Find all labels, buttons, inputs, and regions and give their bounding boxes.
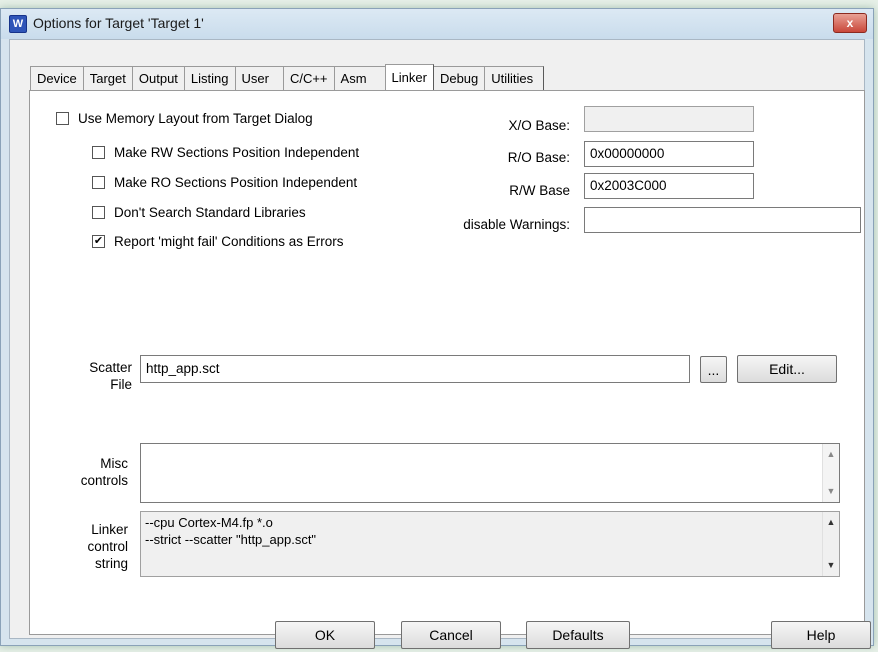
linker-control-line: --cpu Cortex-M4.fp *.o (145, 515, 273, 530)
linker-control-string-label: Linker control string (87, 522, 128, 571)
scroll-up-arrow-icon[interactable]: ▲ (823, 446, 839, 463)
tab-output[interactable]: Output (131, 66, 185, 90)
xo-base-label: X/O Base: (508, 118, 570, 133)
ok-button[interactable]: OK (275, 621, 375, 649)
rw-base-field[interactable]: 0x2003C000 (584, 173, 754, 199)
misc-scrollbar[interactable]: ▲ ▼ (822, 444, 839, 502)
options-dialog: W Options for Target 'Target 1' x Device… (0, 8, 874, 649)
checkbox-label: Use Memory Layout from Target Dialog (78, 111, 313, 126)
tab-utilities[interactable]: Utilities (484, 66, 545, 90)
scatter-browse-button[interactable]: ... (700, 356, 727, 383)
dialog-client-area: Device Target Output Listing User C/C++ … (9, 39, 865, 639)
close-button[interactable]: x (833, 13, 867, 33)
checkbox-box[interactable] (56, 112, 69, 125)
help-button[interactable]: Help (771, 621, 871, 649)
checkbox-box[interactable] (92, 146, 105, 159)
checkbox-box[interactable] (92, 206, 105, 219)
scroll-down-arrow-icon[interactable]: ▼ (823, 557, 839, 574)
checkbox-label: Make RO Sections Position Independent (114, 175, 358, 190)
linker-control-string-textarea[interactable]: --cpu Cortex-M4.fp *.o --strict --scatte… (140, 511, 840, 577)
report-might-fail-checkbox[interactable]: ✔ Report 'might fail' Conditions as Erro… (92, 234, 344, 249)
defaults-button[interactable]: Defaults (526, 621, 630, 649)
tab-user[interactable]: User (234, 66, 284, 90)
dont-search-std-libs-checkbox[interactable]: Don't Search Standard Libraries (92, 205, 306, 220)
scatter-file-field[interactable]: http_app.sct (140, 355, 690, 383)
tab-debug[interactable]: Debug (432, 66, 486, 90)
misc-controls-textarea[interactable]: ▲ ▼ (140, 443, 840, 503)
checkbox-box[interactable]: ✔ (92, 235, 105, 248)
misc-controls-label: Misc controls (80, 456, 128, 488)
rw-position-independent-checkbox[interactable]: Make RW Sections Position Independent (92, 145, 359, 160)
xo-base-field (584, 106, 754, 132)
use-memory-layout-checkbox[interactable]: Use Memory Layout from Target Dialog (56, 111, 313, 126)
scroll-down-arrow-icon[interactable]: ▼ (823, 483, 839, 500)
scatter-file-label: Scatter File (89, 360, 132, 392)
checkbox-label: Make RW Sections Position Independent (114, 145, 360, 160)
linker-panel: Use Memory Layout from Target Dialog Mak… (29, 90, 865, 635)
tab-linker[interactable]: Linker (384, 64, 434, 90)
scroll-up-arrow-icon[interactable]: ▲ (823, 514, 839, 531)
tab-listing[interactable]: Listing (183, 66, 236, 90)
cancel-button[interactable]: Cancel (401, 621, 501, 649)
checkmark-icon: ✔ (93, 235, 104, 247)
ro-position-independent-checkbox[interactable]: Make RO Sections Position Independent (92, 175, 357, 190)
checkbox-label: Report 'might fail' Conditions as Errors (114, 234, 344, 249)
linker-control-line: --strict --scatter "http_app.sct" (145, 532, 317, 547)
app-icon: W (9, 15, 27, 33)
disable-warnings-label: disable Warnings: (463, 217, 570, 232)
checkbox-label: Don't Search Standard Libraries (114, 205, 306, 220)
rw-base-label: R/W Base (509, 183, 570, 198)
tab-c-cpp[interactable]: C/C++ (282, 66, 335, 90)
checkbox-box[interactable] (92, 176, 105, 189)
tab-target[interactable]: Target (82, 66, 133, 90)
disable-warnings-field[interactable] (584, 207, 861, 233)
linker-control-scrollbar[interactable]: ▲ ▼ (822, 512, 839, 576)
tab-asm[interactable]: Asm (333, 66, 386, 90)
tab-strip: Device Target Output Listing User C/C++ … (30, 64, 545, 90)
ro-base-label: R/O Base: (507, 150, 570, 165)
ro-base-field[interactable]: 0x00000000 (584, 141, 754, 167)
dialog-title: Options for Target 'Target 1' (33, 15, 204, 31)
tab-device[interactable]: Device (30, 66, 84, 90)
scatter-edit-button[interactable]: Edit... (737, 355, 837, 383)
title-bar[interactable]: W Options for Target 'Target 1' x (1, 9, 873, 39)
